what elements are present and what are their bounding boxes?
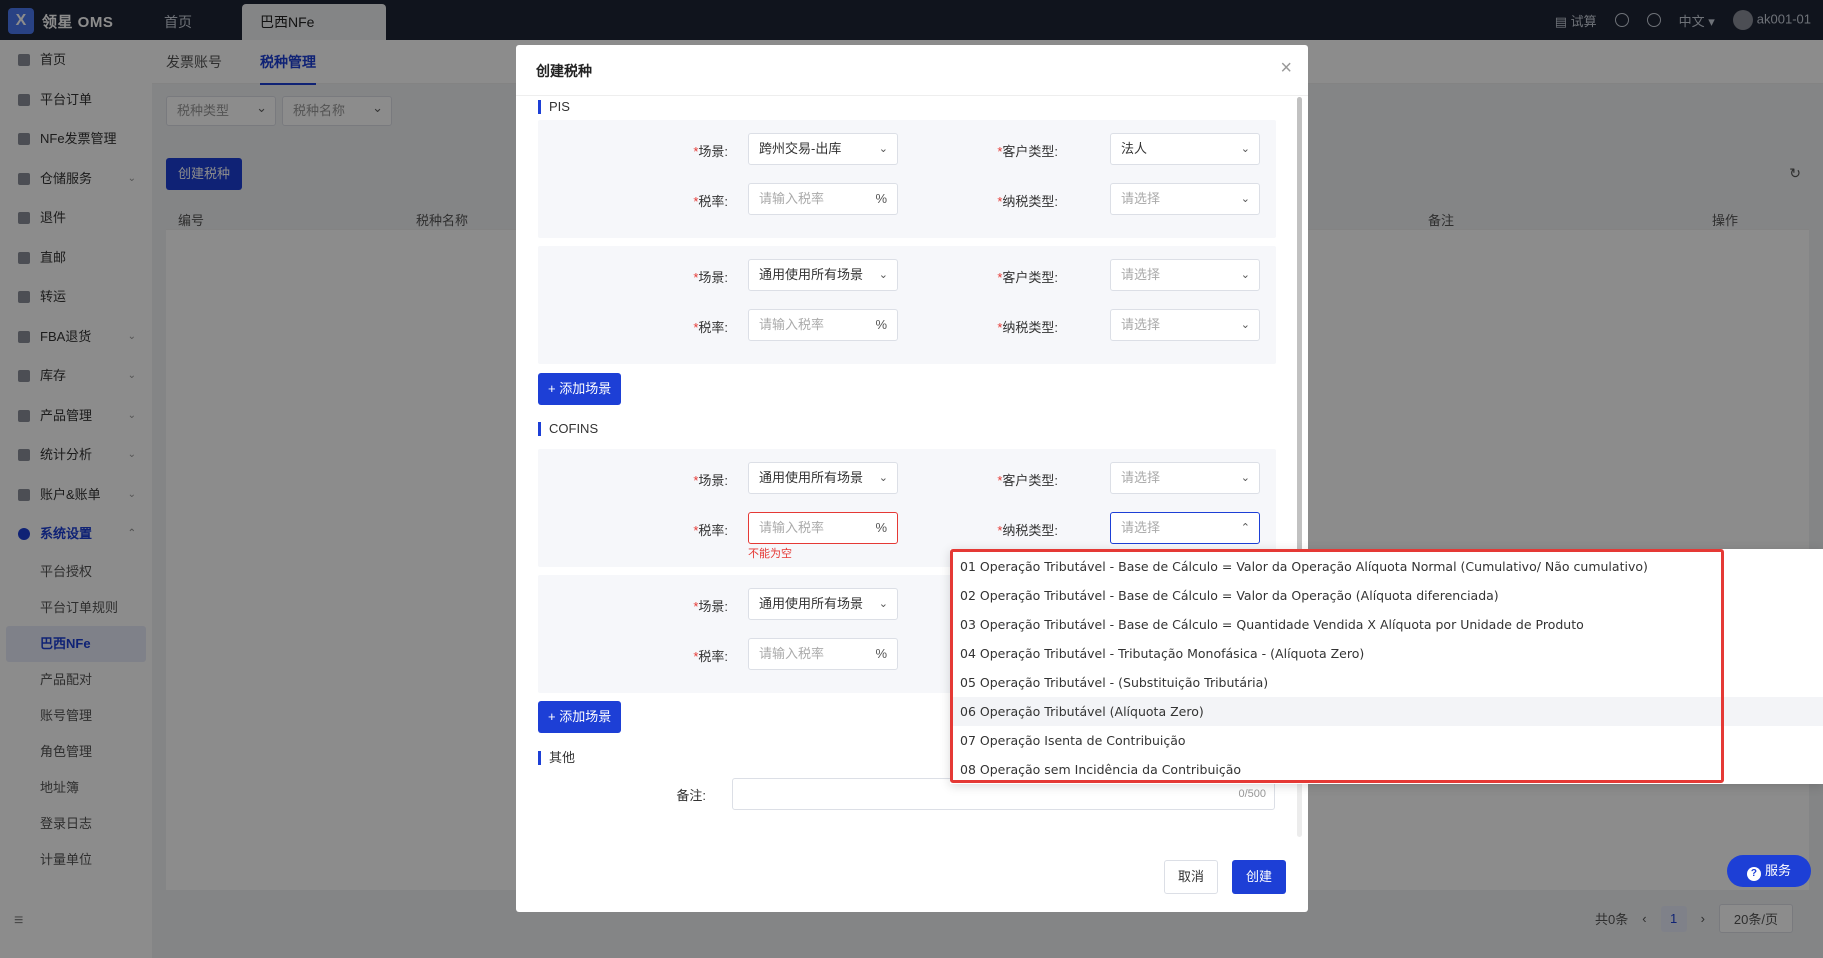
cofins-add-scene-button[interactable]: + 添加场景 — [538, 701, 622, 733]
customer-type-label: *客户类型: — [997, 473, 1058, 488]
dropdown-option-hovered[interactable]: 06 Operação Tributável (Alíquota Zero) — [950, 697, 1823, 726]
pis-add-scene-button[interactable]: + 添加场景 — [538, 373, 622, 405]
cofins-section-title: COFINS — [538, 422, 598, 436]
pis-scene-2-taxpayer-select[interactable]: 请选择 ⌄ — [1110, 309, 1260, 341]
pis-scene-1: *场景: 跨州交易-出库 ⌄ *客户类型: 法人 ⌄ *税率: 请输入税率% *纳税… — [538, 120, 1276, 238]
chevron-down-icon: ⌄ — [878, 598, 888, 610]
chevron-down-icon: ⌄ — [1240, 143, 1250, 155]
dropdown-option[interactable]: 03 Operação Tributável - Base de Cálculo… — [950, 610, 1823, 639]
pis-scene-2-scene-select[interactable]: 通用使用所有场景 ⌄ — [748, 259, 898, 291]
remark-char-count: 0/500 — [1238, 788, 1266, 800]
pis-scene-1-taxpayer-select[interactable]: 请选择 ⌄ — [1110, 183, 1260, 215]
dropdown-option[interactable]: 02 Operação Tributável - Base de Cálculo… — [950, 581, 1823, 610]
taxpayer-type-label: *纳税类型: — [997, 194, 1058, 209]
dropdown-option[interactable]: 01 Operação Tributável - Base de Cálculo… — [950, 552, 1823, 581]
cofins-scene-1-customer-select[interactable]: 请选择 ⌄ — [1110, 462, 1260, 494]
cofins-scene-1-rate-input[interactable]: 请输入税率% — [748, 512, 898, 544]
dropdown-option[interactable]: 07 Operação Isenta de Contribuição — [950, 726, 1823, 755]
pis-scene-1-customer-select[interactable]: 法人 ⌄ — [1110, 133, 1260, 165]
dropdown-option[interactable]: 05 Operação Tributável - (Substituição T… — [950, 668, 1823, 697]
chevron-down-icon: ⌄ — [878, 472, 888, 484]
taxpayer-type-dropdown: 01 Operação Tributável - Base de Cálculo… — [950, 549, 1823, 784]
remark-label: 备注: — [676, 788, 706, 803]
customer-type-label: *客户类型: — [997, 144, 1058, 159]
chevron-down-icon: ⌄ — [1240, 319, 1250, 331]
pis-scene-2-rate-input[interactable]: 请输入税率% — [748, 309, 898, 341]
cofins-scene-1-scene-select[interactable]: 通用使用所有场景 ⌄ — [748, 462, 898, 494]
chevron-up-icon: ⌃ — [1240, 522, 1250, 534]
chevron-down-icon: ⌄ — [878, 269, 888, 281]
divider — [516, 95, 1308, 96]
cancel-button[interactable]: 取消 — [1164, 860, 1218, 894]
customer-service-button[interactable]: ? 服务 — [1727, 855, 1811, 887]
cofins-scene-2-scene-select[interactable]: 通用使用所有场景 ⌄ — [748, 588, 898, 620]
dropdown-option[interactable]: 04 Operação Tributável - Tributação Mono… — [950, 639, 1823, 668]
pis-scene-1-scene-select[interactable]: 跨州交易-出库 ⌄ — [748, 133, 898, 165]
taxpayer-type-label: *纳税类型: — [997, 523, 1058, 538]
pis-scene-1-rate-input[interactable]: 请输入税率% — [748, 183, 898, 215]
pis-scene-2: *场景: 通用使用所有场景 ⌄ *客户类型: 请选择 ⌄ *税率: 请输入税率% *… — [538, 246, 1276, 364]
chevron-down-icon: ⌄ — [878, 143, 888, 155]
chevron-down-icon: ⌄ — [1240, 269, 1250, 281]
pis-scene-2-customer-select[interactable]: 请选择 ⌄ — [1110, 259, 1260, 291]
rate-label: *税率: — [693, 649, 728, 664]
dropdown-option[interactable]: 08 Operação sem Incidência da Contribuiç… — [950, 755, 1823, 784]
rate-error-message: 不能为空 — [748, 548, 792, 560]
scene-label: *场景: — [693, 599, 728, 614]
other-section-title: 其他 — [538, 751, 575, 765]
question-icon: ? — [1746, 867, 1761, 881]
taxpayer-type-label: *纳税类型: — [997, 320, 1058, 335]
close-icon[interactable]: × — [1280, 57, 1292, 80]
chevron-down-icon: ⌄ — [1240, 193, 1250, 205]
customer-type-label: *客户类型: — [997, 270, 1058, 285]
scrollbar-thumb[interactable] — [1297, 97, 1302, 597]
scene-label: *场景: — [693, 473, 728, 488]
rate-label: *税率: — [693, 320, 728, 335]
scene-label: *场景: — [693, 144, 728, 159]
scene-label: *场景: — [693, 270, 728, 285]
pis-section-title: PIS — [538, 100, 570, 114]
create-button[interactable]: 创建 — [1232, 860, 1286, 894]
dialog-title: 创建税种 — [536, 63, 592, 79]
rate-label: *税率: — [693, 523, 728, 538]
cofins-scene-1-taxpayer-select[interactable]: 请选择 ⌃ — [1110, 512, 1260, 544]
cofins-scene-2-rate-input[interactable]: 请输入税率% — [748, 638, 898, 670]
rate-label: *税率: — [693, 194, 728, 209]
chevron-down-icon: ⌄ — [1240, 472, 1250, 484]
